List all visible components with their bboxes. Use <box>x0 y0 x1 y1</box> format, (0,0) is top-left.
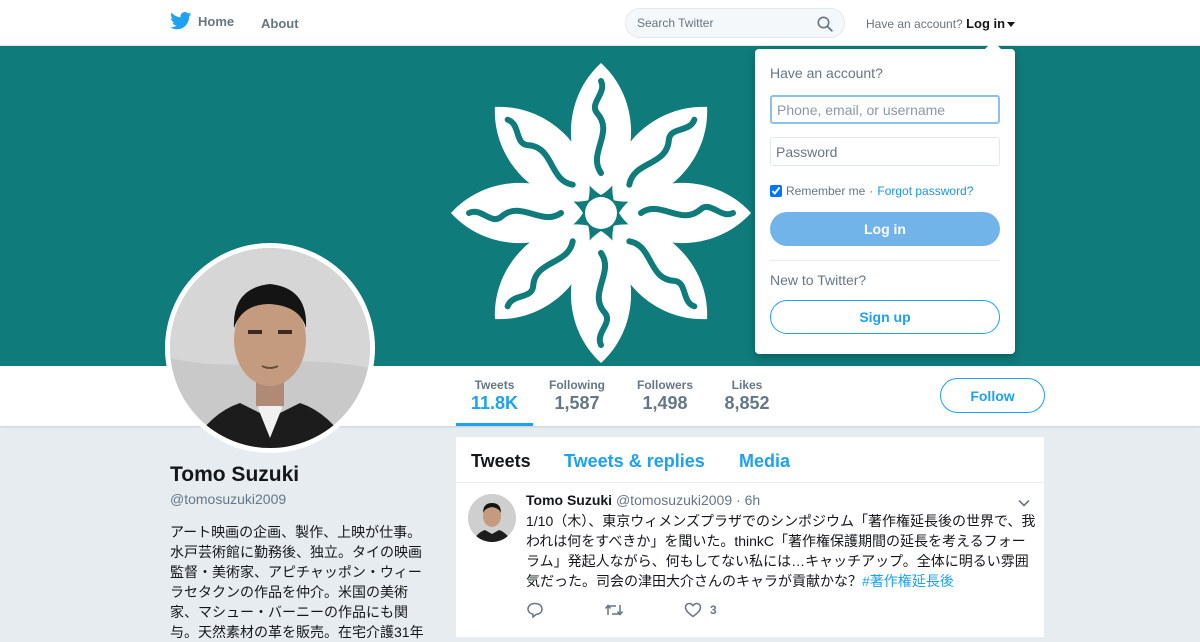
login-dropdown: Have an account? Remember me · Forgot pa… <box>755 41 1015 354</box>
profile-handle[interactable]: @tomosuzuki2009 <box>170 491 286 507</box>
active-stat-underline <box>456 423 533 426</box>
search-icon[interactable] <box>817 16 833 32</box>
stat-tweets[interactable]: Tweets 11.8K <box>456 378 533 414</box>
tweet-author-name[interactable]: Tomo Suzuki <box>526 492 612 508</box>
stat-label: Likes <box>731 378 763 392</box>
have-account-text: Have an account? <box>866 17 963 31</box>
crest-center <box>585 197 617 229</box>
twitter-bird-icon <box>170 12 192 30</box>
profile-bio: アート映画の企画、製作、上映が仕事。水戸芸術館に勤務後、独立。タイの映画監督・美… <box>170 524 424 640</box>
profile-avatar[interactable] <box>165 243 375 453</box>
password-field[interactable] <box>770 137 1000 166</box>
dropdown-divider <box>770 260 1000 261</box>
tweet-text: 1/10（木）、東京ウィメンズプラザでのシンポジウム「著作権延長後の世界で、我わ… <box>526 511 1036 591</box>
reply-icon <box>527 602 543 618</box>
stat-value: 8,852 <box>724 393 770 413</box>
remember-me-label[interactable]: Remember me <box>786 184 865 198</box>
timeline-tabs: Tweets Tweets & replies Media <box>456 437 1044 483</box>
tweet-separator: · <box>736 492 741 508</box>
remember-separator: · <box>869 184 874 198</box>
stat-label: Tweets <box>474 378 515 392</box>
retweet-action[interactable] <box>604 601 624 619</box>
like-action[interactable]: 3 <box>684 601 717 619</box>
search-input[interactable] <box>637 16 807 30</box>
nav-about-link[interactable]: About <box>261 16 299 31</box>
follow-button[interactable]: Follow <box>940 378 1045 413</box>
tweet-header: Tomo Suzuki @tomosuzuki2009 · 6h <box>526 492 760 508</box>
retweet-icon <box>604 604 624 616</box>
forgot-password-link[interactable]: Forgot password? <box>877 184 973 198</box>
stat-label: Followers <box>636 378 693 392</box>
signup-button[interactable]: Sign up <box>770 300 1000 334</box>
caret-down-icon <box>1007 22 1016 28</box>
profile-name: Tomo Suzuki <box>170 463 300 486</box>
stat-label: Following <box>549 378 605 392</box>
stat-followers[interactable]: Followers 1,498 <box>632 378 698 414</box>
dropdown-title: Have an account? <box>770 65 883 81</box>
heart-icon <box>684 602 702 618</box>
stat-value: 1,498 <box>642 393 688 413</box>
remember-me-row: Remember me · Forgot password? <box>770 184 973 198</box>
tweet-actions: 3 <box>526 601 777 619</box>
stat-value: 11.8K <box>470 393 519 413</box>
tab-tweets-replies[interactable]: Tweets & replies <box>564 451 705 472</box>
login-toggle-label: Log in <box>966 16 1006 31</box>
tweet-avatar-photo <box>468 494 516 542</box>
stat-following[interactable]: Following 1,587 <box>543 378 611 414</box>
search-box <box>625 8 845 38</box>
top-nav: Home About Have an account? Log in <box>0 0 1200 46</box>
tweet-menu-chevron-down-icon[interactable] <box>1018 497 1030 509</box>
nav-home-label: Home <box>198 13 235 29</box>
new-to-twitter-text: New to Twitter? <box>770 272 867 288</box>
stat-likes[interactable]: Likes 8,852 <box>720 378 774 414</box>
tweet-timestamp[interactable]: 6h <box>745 492 761 508</box>
tweet-avatar[interactable] <box>468 494 516 542</box>
like-count: 3 <box>710 603 717 617</box>
tweet-body: 1/10（木）、東京ウィメンズプラザでのシンポジウム「著作権延長後の世界で、我わ… <box>526 513 1036 589</box>
reply-action[interactable] <box>526 601 544 619</box>
username-field[interactable] <box>770 95 1000 124</box>
avatar-photo <box>170 248 370 448</box>
tweet-hashtag[interactable]: #著作権延長後 <box>862 573 954 589</box>
banner-crest-image <box>451 63 751 363</box>
remember-me-checkbox[interactable] <box>770 185 782 197</box>
stat-value: 1,587 <box>554 393 600 413</box>
tab-tweets[interactable]: Tweets <box>471 451 531 472</box>
login-button[interactable]: Log in <box>770 212 1000 246</box>
tweet-author-handle[interactable]: @tomosuzuki2009 <box>616 492 732 508</box>
nav-home-link[interactable]: Home <box>170 12 234 30</box>
login-dropdown-toggle[interactable]: Log in <box>966 16 1016 31</box>
login-prompt: Have an account? Log in <box>866 16 1016 31</box>
tab-media[interactable]: Media <box>739 451 790 472</box>
timeline: Tweets Tweets & replies Media Tomo Suzuk… <box>456 437 1044 637</box>
